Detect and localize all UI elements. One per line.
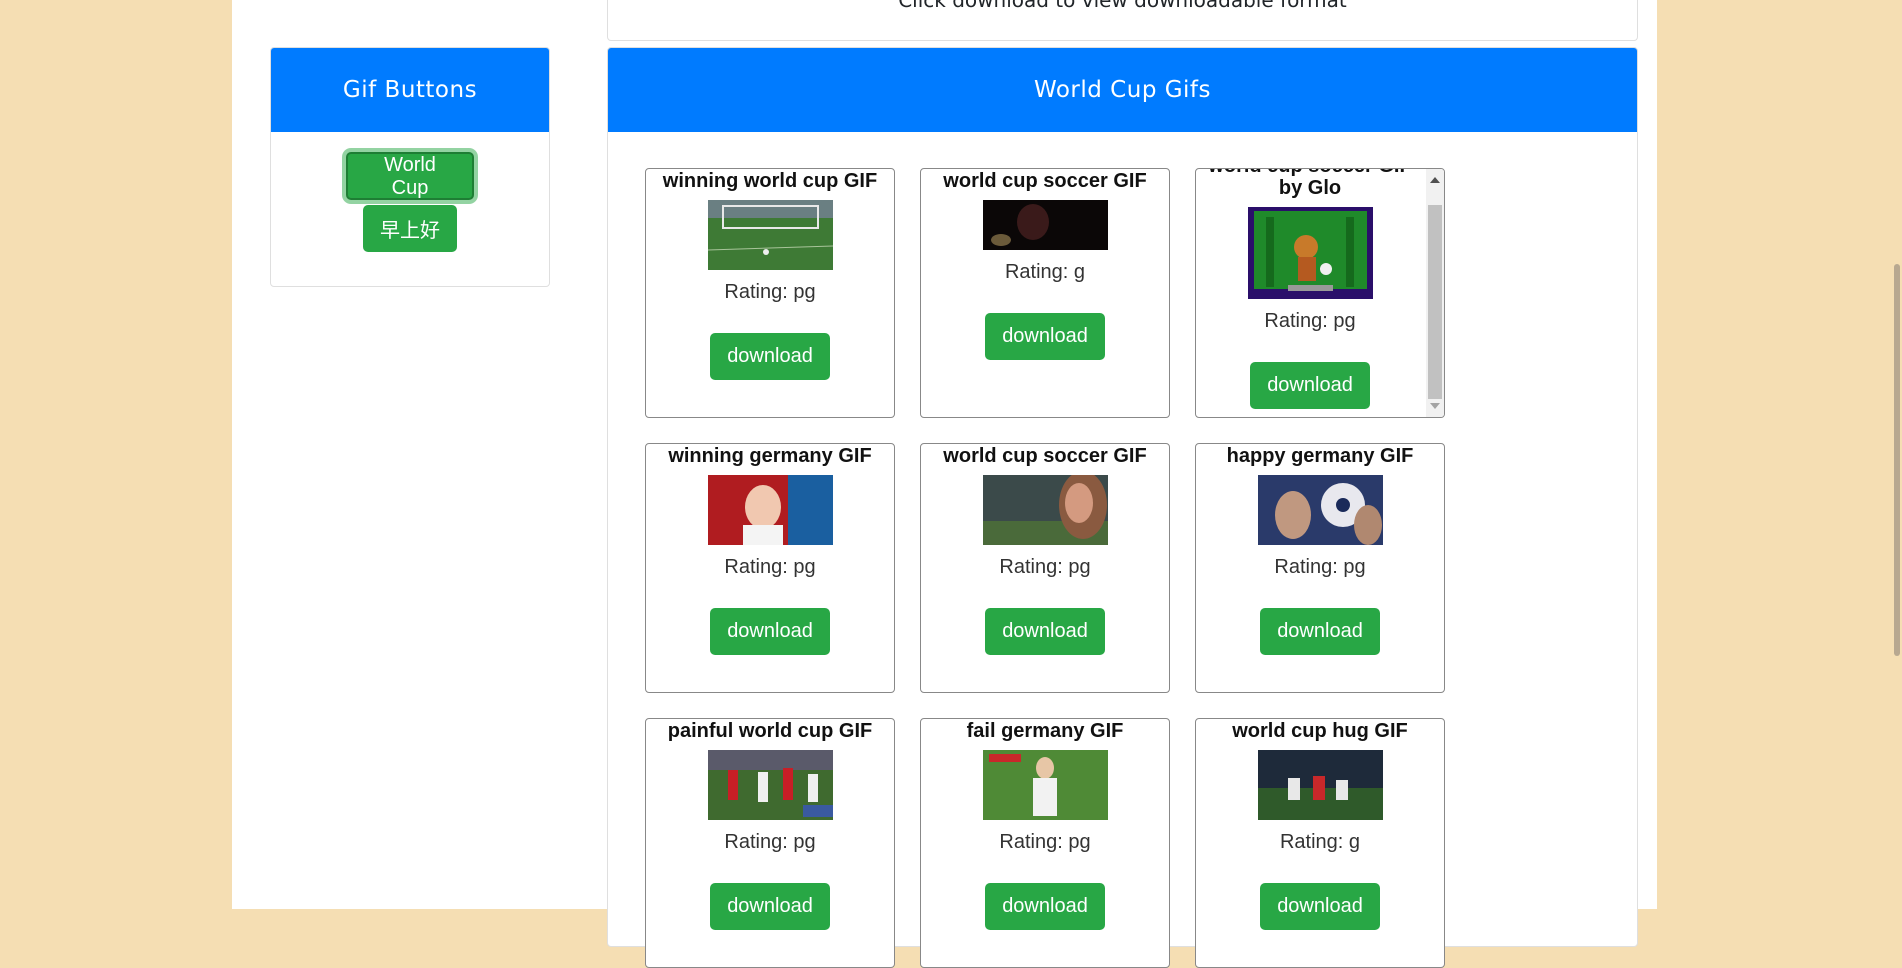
- download-button[interactable]: download: [1250, 362, 1370, 409]
- gif-rating: Rating: pg: [999, 556, 1091, 578]
- gif-thumbnail: [1257, 750, 1383, 820]
- gif-thumbnail: [1257, 475, 1383, 545]
- download-button[interactable]: download: [710, 883, 830, 930]
- gif-rating: Rating: pg: [999, 831, 1091, 853]
- gif-thumbnail: [982, 750, 1108, 820]
- download-button[interactable]: download: [985, 883, 1105, 930]
- gif-thumbnail: [1247, 207, 1373, 299]
- gif-card: world cup soccer GIF Rating: pg download: [920, 443, 1170, 693]
- gif-title: world cup hug GIF: [1232, 720, 1408, 742]
- gif-title: winning germany GIF: [668, 445, 872, 467]
- gif-rating: Rating: g: [1004, 261, 1086, 283]
- gif-thumbnail: [707, 475, 833, 545]
- gif-buttons-card: Gif Buttons World Cup 早上好: [270, 47, 550, 287]
- download-button[interactable]: download: [1260, 883, 1380, 930]
- download-button[interactable]: download: [1260, 608, 1380, 655]
- gif-card: world cup soccer GIF Rating: g download: [920, 168, 1170, 418]
- page-scrollbar[interactable]: [1892, 0, 1902, 909]
- card-scrollbar[interactable]: [1426, 169, 1444, 417]
- gif-card: painful world cup GIF Rating: pg downloa…: [645, 718, 895, 968]
- gif-thumbnail: [982, 200, 1108, 250]
- gif-rating: Rating: g: [1279, 831, 1361, 853]
- gif-card: world cup hug GIF Rating: g download: [1195, 718, 1445, 968]
- instruction-text: Click download to view downloadable form…: [898, 0, 1347, 12]
- page-scrollbar-thumb[interactable]: [1894, 264, 1900, 656]
- instruction-panel: Click download to view downloadable form…: [607, 0, 1638, 41]
- gif-rating: Rating: pg: [1274, 556, 1366, 578]
- gif-rating: Rating: pg: [724, 831, 816, 853]
- zao-shang-hao-button[interactable]: 早上好: [363, 205, 457, 252]
- gif-rating: Rating: pg: [724, 281, 816, 303]
- scroll-down-arrow-icon[interactable]: [1430, 403, 1440, 409]
- gif-card: winning germany GIF Rating: pg download: [645, 443, 895, 693]
- gif-title: fail germany GIF: [966, 720, 1124, 742]
- world-cup-gifs-header: World Cup Gifs: [608, 48, 1637, 132]
- gif-title: happy germany GIF: [1226, 445, 1414, 467]
- gif-title: world cup soccer GIF by Glo: [1208, 169, 1411, 199]
- gif-rating: Rating: pg: [1264, 310, 1356, 332]
- gif-thumbnail: [707, 200, 833, 270]
- gif-title: winning world cup GIF: [662, 170, 878, 192]
- gif-thumbnail: [707, 750, 833, 820]
- scrollbar-thumb[interactable]: [1428, 205, 1442, 399]
- download-button[interactable]: download: [985, 608, 1105, 655]
- gif-title: world cup soccer GIF: [943, 445, 1147, 467]
- gif-thumbnail: [982, 475, 1108, 545]
- gif-card: winning world cup GIF Rating: pg downloa…: [645, 168, 895, 418]
- gif-card: fail germany GIF Rating: pg download: [920, 718, 1170, 968]
- gif-rating: Rating: pg: [724, 556, 816, 578]
- download-button[interactable]: download: [710, 608, 830, 655]
- world-cup-button[interactable]: World Cup: [346, 152, 474, 200]
- gif-title: world cup soccer GIF: [943, 170, 1147, 192]
- gif-title: painful world cup GIF: [667, 720, 873, 742]
- gif-card-content: world cup soccer GIF by Glo Rating: pg d…: [1196, 169, 1424, 409]
- scroll-up-arrow-icon[interactable]: [1430, 177, 1440, 183]
- download-button[interactable]: download: [985, 313, 1105, 360]
- gif-card-scrollable[interactable]: world cup soccer GIF by Glo Rating: pg d…: [1195, 168, 1445, 418]
- gif-card: happy germany GIF Rating: pg download: [1195, 443, 1445, 693]
- download-button[interactable]: download: [710, 333, 830, 380]
- gif-buttons-header: Gif Buttons: [271, 48, 549, 132]
